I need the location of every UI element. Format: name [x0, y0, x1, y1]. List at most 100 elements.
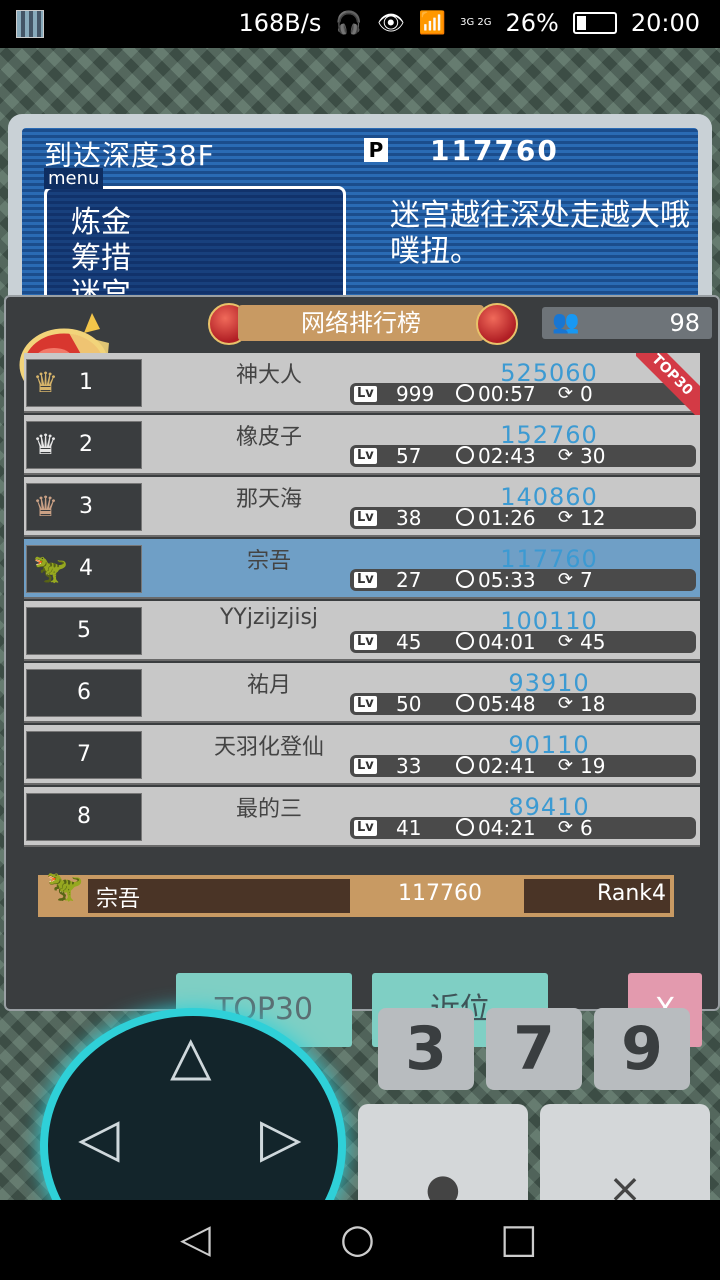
network-type: 3G 2G — [460, 17, 492, 28]
level-tag: Lv — [354, 510, 377, 526]
wifi-icon: 📶 — [418, 10, 447, 36]
rank-number: 8 — [77, 804, 91, 829]
rank-number: 1 — [79, 370, 93, 395]
level-tag: Lv — [354, 386, 377, 402]
player-level: 45 — [396, 630, 422, 654]
clock-icon — [456, 446, 474, 464]
player-stats: Lv 50 05:48 ⟳ 18 — [350, 693, 696, 715]
points-value: 117760 — [430, 134, 559, 167]
points-icon: P — [364, 138, 388, 162]
loop-count: 12 — [580, 506, 606, 530]
player-stats: Lv 57 02:43 ⟳ 30 — [350, 445, 696, 467]
battery-percent: 26% — [505, 9, 559, 37]
rank-number: 5 — [77, 618, 91, 643]
dpad-left-icon[interactable]: ◁ — [78, 1106, 120, 1169]
play-time: 04:21 — [478, 816, 536, 840]
player-name: 宗吾 — [246, 549, 291, 574]
system-nav-bar: ◁ ○ □ — [0, 1200, 720, 1280]
clock-icon — [456, 632, 474, 650]
crown-icon: ♛ — [33, 428, 59, 461]
confirm-button[interactable]: ● — [358, 1104, 528, 1200]
rank-box: 🦖 4 — [26, 545, 142, 593]
table-row[interactable]: 7 天羽化登仙 90110 Lv 33 02:41 ⟳ 19 — [24, 725, 700, 785]
player-level: 33 — [396, 754, 422, 778]
table-row[interactable]: 6 祐月 93910 Lv 50 05:48 ⟳ 18 — [24, 663, 700, 723]
player-name: 最的三 — [235, 797, 302, 822]
table-row[interactable]: ♛ 3 那天海 140860 Lv 38 01:26 ⟳ 12 — [24, 477, 700, 537]
play-time: 04:01 — [478, 630, 536, 654]
loop-icon: ⟳ — [558, 817, 574, 838]
loop-icon: ⟳ — [558, 569, 574, 590]
play-time: 02:43 — [478, 444, 536, 468]
key-7[interactable]: 7 — [486, 1008, 582, 1090]
loop-icon: ⟳ — [558, 445, 574, 466]
ranking-list[interactable]: ♛ 1 神大人 525060 Lv 999 00:57 ⟳ 0 TOP30 ♛ 2 橡皮子 152760 L… — [24, 353, 700, 858]
loop-count: 18 — [580, 692, 606, 716]
player-name: YYjzijzjisj — [219, 605, 319, 630]
player-stats: Lv 41 04:21 ⟳ 6 — [350, 817, 696, 839]
cancel-button[interactable]: × — [540, 1104, 710, 1200]
back-icon[interactable]: ◁ — [180, 1216, 211, 1262]
level-tag: Lv — [354, 758, 377, 774]
level-tag: Lv — [354, 820, 377, 836]
player-stats: Lv 27 05:33 ⟳ 7 — [350, 569, 696, 591]
player-name: 神大人 — [235, 363, 302, 388]
status-bar: 168B/s 🎧 👁 📶 3G 2G 26% 20:00 — [0, 0, 720, 48]
player-name: 祐月 — [246, 673, 291, 698]
player-level: 50 — [396, 692, 422, 716]
player-name: 那天海 — [235, 487, 302, 512]
player-stats: Lv 38 01:26 ⟳ 12 — [350, 507, 696, 529]
players-icon: 👥 — [552, 310, 580, 335]
leaderboard-title: 网络排行榜 — [238, 305, 484, 341]
crown-icon: ♛ — [33, 490, 59, 523]
clock: 20:00 — [630, 9, 700, 37]
dino-icon: 🦖 — [33, 552, 68, 585]
rank-number: 4 — [79, 556, 93, 581]
dpad-up-icon[interactable]: △ — [170, 1024, 212, 1087]
table-row[interactable]: 🦖 4 宗吾 117760 Lv 27 05:33 ⟳ 7 — [24, 539, 700, 599]
my-rank: Rank4 — [597, 881, 666, 906]
loop-icon: ⟳ — [558, 693, 574, 714]
rank-number: 3 — [79, 494, 93, 519]
recents-icon[interactable]: □ — [500, 1216, 538, 1262]
rank-number: 2 — [79, 432, 93, 457]
key-9[interactable]: 9 — [594, 1008, 690, 1090]
loop-count: 0 — [580, 382, 593, 406]
dpad-right-icon[interactable]: ▷ — [260, 1106, 302, 1169]
leaderboard-panel: 网络排行榜 👥 98 ♛ 1 神大人 525060 Lv 999 00:57 ⟳ 0 TOP30 ♛… — [4, 295, 720, 1047]
my-score: 117760 — [398, 881, 482, 906]
top30-ribbon-label: TOP30 — [636, 353, 700, 421]
rank-number: 7 — [77, 742, 91, 767]
level-tag: Lv — [354, 696, 377, 712]
player-stats: Lv 33 02:41 ⟳ 19 — [350, 755, 696, 777]
loop-icon: ⟳ — [558, 383, 574, 404]
play-time: 05:48 — [478, 692, 536, 716]
table-row[interactable]: 8 最的三 89410 Lv 41 04:21 ⟳ 6 — [24, 787, 700, 847]
online-players: 👥 98 — [542, 307, 712, 339]
player-level: 57 — [396, 444, 422, 468]
rank-box: 8 — [26, 793, 142, 841]
my-name: 宗吾 — [96, 887, 141, 912]
clock-icon — [456, 756, 474, 774]
home-icon[interactable]: ○ — [340, 1216, 375, 1262]
network-speed: 168B/s — [238, 9, 322, 37]
clock-icon — [456, 818, 474, 836]
key-3[interactable]: 3 — [378, 1008, 474, 1090]
loop-count: 19 — [580, 754, 606, 778]
level-tag: Lv — [354, 572, 377, 588]
loop-count: 6 — [580, 816, 593, 840]
player-stats: Lv 45 04:01 ⟳ 45 — [350, 631, 696, 653]
table-row[interactable]: 5 YYjzijzjisj 100110 Lv 45 04:01 ⟳ 45 — [24, 601, 700, 661]
clock-icon — [456, 694, 474, 712]
title-ornament-icon — [476, 303, 518, 345]
clock-icon — [456, 570, 474, 588]
rank-box: 5 — [26, 607, 142, 655]
play-time: 01:26 — [478, 506, 536, 530]
clock-icon — [456, 508, 474, 526]
table-row[interactable]: ♛ 2 橡皮子 152760 Lv 57 02:43 ⟳ 30 — [24, 415, 700, 475]
play-time: 00:57 — [478, 382, 536, 406]
battery-icon — [572, 12, 617, 34]
play-time: 05:33 — [478, 568, 536, 592]
table-row[interactable]: ♛ 1 神大人 525060 Lv 999 00:57 ⟳ 0 TOP30 — [24, 353, 700, 421]
player-level: 41 — [396, 816, 422, 840]
